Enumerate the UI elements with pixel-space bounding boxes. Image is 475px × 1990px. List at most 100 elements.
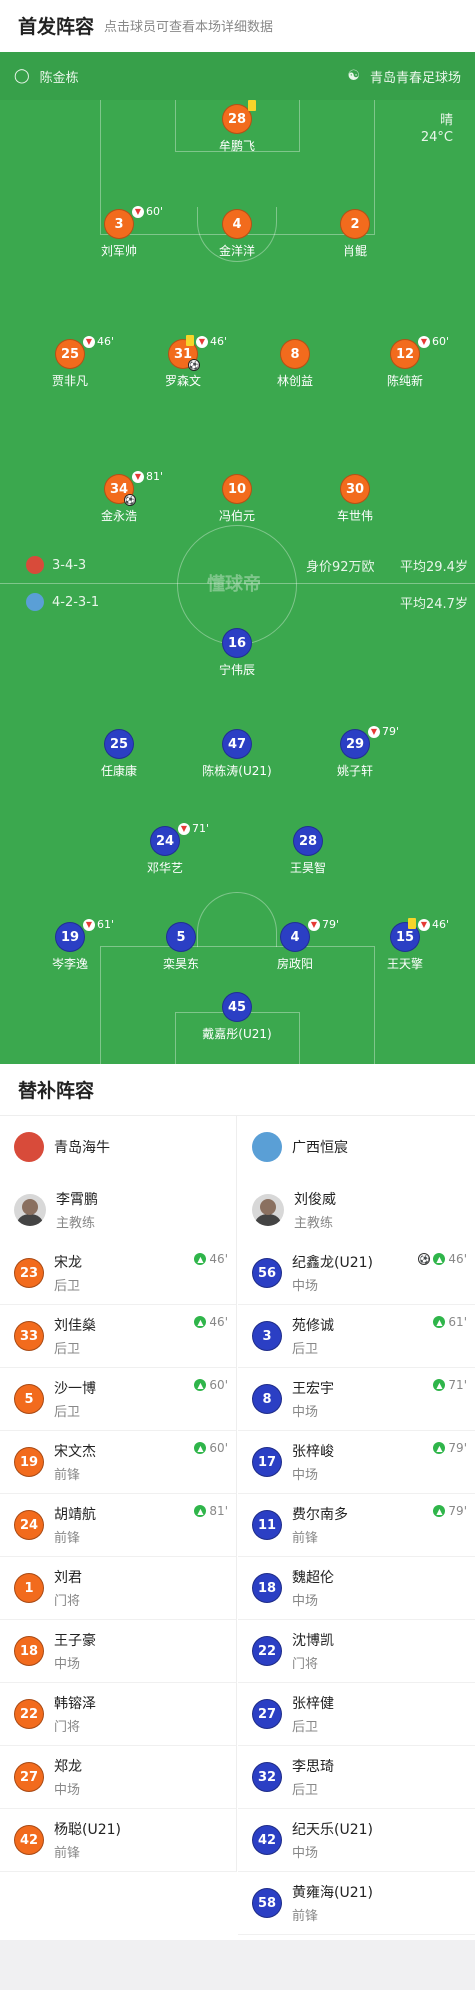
sub-player-name: 刘佳燊: [54, 1318, 96, 1334]
sub-out-icon: ▼: [368, 725, 380, 738]
sub-in-icon: ▲: [433, 1316, 446, 1328]
sub-player-row[interactable]: 42 杨聪(U21) 前锋: [0, 1809, 236, 1872]
player-home[interactable]: 25 贾非凡 ▼ 46': [15, 335, 125, 389]
player-away[interactable]: 28 王昊智: [253, 826, 363, 876]
player-away[interactable]: 25 任康康: [64, 729, 174, 779]
sub-player-row[interactable]: 19 宋文杰 前锋 ▲ 60': [0, 1431, 236, 1494]
sub-out-icon: ▼: [83, 335, 95, 348]
sub-player-row[interactable]: 5 沙一博 后卫 ▲ 60': [0, 1368, 236, 1431]
away-avg-age-text: 平均24.7岁: [400, 597, 468, 612]
sub-player-position: 后卫: [54, 1279, 81, 1294]
sub-player-row[interactable]: 18 魏超伦 中场: [238, 1557, 475, 1620]
sub-player-name: 韩镕泽: [54, 1696, 96, 1712]
stadium-name: 青岛青春足球场: [369, 70, 461, 86]
away-coach-role: 主教练: [294, 1216, 334, 1231]
sub-player-name: 纪天乐(U21): [292, 1822, 373, 1838]
sub-in-icon: ▲: [194, 1505, 207, 1517]
sub-player-row[interactable]: 27 张梓健 后卫: [238, 1683, 475, 1746]
player-away[interactable]: 5 栾昊东: [126, 922, 236, 972]
player-number: 29: [340, 729, 370, 759]
home-coach-row[interactable]: 李霄鹏 主教练: [0, 1178, 236, 1242]
away-coach-row[interactable]: 刘俊威 主教练: [238, 1178, 475, 1242]
temperature-text: 24°C: [420, 130, 453, 145]
sub-in-icon: ▲: [433, 1379, 446, 1391]
sub-player-row[interactable]: 58 黄雍海(U21) 前锋: [238, 1872, 475, 1935]
player-home[interactable]: 12 陈纯新 ▼ 60': [350, 335, 460, 389]
sub-player-row[interactable]: 23 宋龙 后卫 ▲ 46': [0, 1242, 236, 1305]
player-name: 栾昊东: [162, 957, 199, 971]
sub-in-indicator: ▲ 60': [194, 1378, 228, 1392]
sub-out-indicator: ▼ 71': [178, 822, 209, 835]
player-away[interactable]: 4 房政阳 ▼ 79': [240, 918, 350, 972]
sub-player-row[interactable]: 18 王子豪 中场: [0, 1620, 236, 1683]
player-name: 肖鲲: [342, 244, 367, 258]
sub-player-row[interactable]: 56 纪鑫龙(U21) 中场 ⚽ ▲ 46': [238, 1242, 475, 1305]
player-name: 牟鹏飞: [218, 139, 255, 153]
player-home[interactable]: 2 肖鲲: [300, 209, 410, 259]
watermark: 懂球帝: [207, 574, 261, 595]
sub-player-row[interactable]: 3 苑修诚 后卫 ▲ 61': [238, 1305, 475, 1368]
player-away[interactable]: 29 姚子轩 ▼ 79': [300, 725, 410, 779]
player-home[interactable]: 4 金洋洋: [182, 209, 292, 259]
sub-player-row[interactable]: 42 纪天乐(U21) 中场: [238, 1809, 475, 1872]
home-avg-age-text: 平均29.4岁: [400, 560, 468, 575]
sub-player-row[interactable]: 22 沈博凯 门将: [238, 1620, 475, 1683]
sub-player-row[interactable]: 8 王宏宇 中场 ▲ 71': [238, 1368, 475, 1431]
sub-player-row[interactable]: 22 韩镕泽 门将: [0, 1683, 236, 1746]
sub-player-name: 苑修诚: [292, 1318, 334, 1334]
sub-player-name: 李思琦: [292, 1759, 334, 1775]
pitch: ◯ 陈金栋 ☯ 青岛青春足球场 晴 24°C 3-4-3 身价92万欧 平均29…: [0, 52, 475, 1064]
sub-in-minute: 46': [209, 1252, 228, 1266]
sub-player-name: 纪鑫龙(U21): [292, 1255, 373, 1271]
player-home[interactable]: 30 车世伟: [300, 474, 410, 524]
sub-out-minute: 46': [210, 335, 228, 348]
sub-player-number: 17: [252, 1447, 282, 1477]
sub-out-indicator: ▼ 60': [132, 205, 163, 218]
sub-player-row[interactable]: 27 郑龙 中场: [0, 1746, 236, 1809]
sub-in-indicator: ⚽ ▲ 46': [418, 1252, 467, 1266]
sub-player-name: 宋文杰: [54, 1444, 96, 1460]
player-away[interactable]: 19 岑李逸 ▼ 61': [15, 918, 125, 972]
player-away[interactable]: 24 邓华艺 ▼ 71': [110, 822, 220, 876]
home-team-row[interactable]: 青岛海牛: [0, 1116, 236, 1178]
player-home[interactable]: 3 刘军帅 ▼ 60': [64, 205, 174, 259]
sub-out-icon: ▼: [418, 918, 430, 931]
lineup-header: 首发阵容 点击球员可查看本场详细数据: [0, 0, 475, 50]
player-away[interactable]: 47 陈栋涛(U21): [182, 729, 292, 779]
player-home[interactable]: 31 罗森文 ▼ 46' ⚽: [128, 335, 238, 389]
player-home[interactable]: 8 林创益: [240, 339, 350, 389]
sub-player-row[interactable]: 33 刘佳燊 后卫 ▲ 46': [0, 1305, 236, 1368]
sub-player-name: 郑龙: [54, 1759, 82, 1775]
sub-player-name: 张梓健: [292, 1696, 334, 1712]
player-number: 4: [222, 209, 252, 239]
sub-player-row[interactable]: 24 胡靖航 前锋 ▲ 81': [0, 1494, 236, 1557]
sub-out-minute: 46': [432, 918, 450, 931]
sub-player-number: 3: [252, 1321, 282, 1351]
sub-in-indicator: ▲ 79': [433, 1504, 467, 1518]
player-away[interactable]: 16 宁伟辰: [182, 628, 292, 678]
sub-player-name: 胡靖航: [54, 1507, 96, 1523]
player-home[interactable]: 34 金永浩 ▼ 81' ⚽: [64, 470, 174, 524]
sub-player-row[interactable]: 17 张梓峻 中场 ▲ 79': [238, 1431, 475, 1494]
player-number: 10: [222, 474, 252, 504]
player-number: 5: [166, 922, 196, 952]
sub-player-row[interactable]: 1 刘君 门将: [0, 1557, 236, 1620]
away-team-logo-icon: [26, 593, 44, 611]
sub-player-number: 19: [14, 1447, 44, 1477]
sub-player-row[interactable]: 11 费尔南多 前锋 ▲ 79': [238, 1494, 475, 1557]
sub-player-position: 门将: [54, 1594, 81, 1609]
sub-out-icon: ▼: [418, 335, 430, 348]
home-coach-name: 李霄鹏: [56, 1192, 98, 1208]
away-team-row[interactable]: 广西恒宸: [238, 1116, 475, 1178]
sub-in-indicator: ▲ 71': [433, 1378, 467, 1392]
player-home[interactable]: 10 冯伯元: [182, 474, 292, 524]
away-team-logo-icon: [252, 1132, 282, 1162]
player-away[interactable]: 15 王天擎 ▼ 46': [350, 918, 460, 972]
player-number: 12: [390, 339, 420, 369]
player-away[interactable]: 45 戴嘉彤(U21): [182, 992, 292, 1042]
sub-player-number: 1: [14, 1573, 44, 1603]
player-home[interactable]: 28 牟鹏飞: [182, 100, 292, 154]
player-number: 3: [104, 209, 134, 239]
sub-out-indicator: ▼ 61': [83, 918, 114, 931]
sub-player-row[interactable]: 32 李思琦 后卫: [238, 1746, 475, 1809]
